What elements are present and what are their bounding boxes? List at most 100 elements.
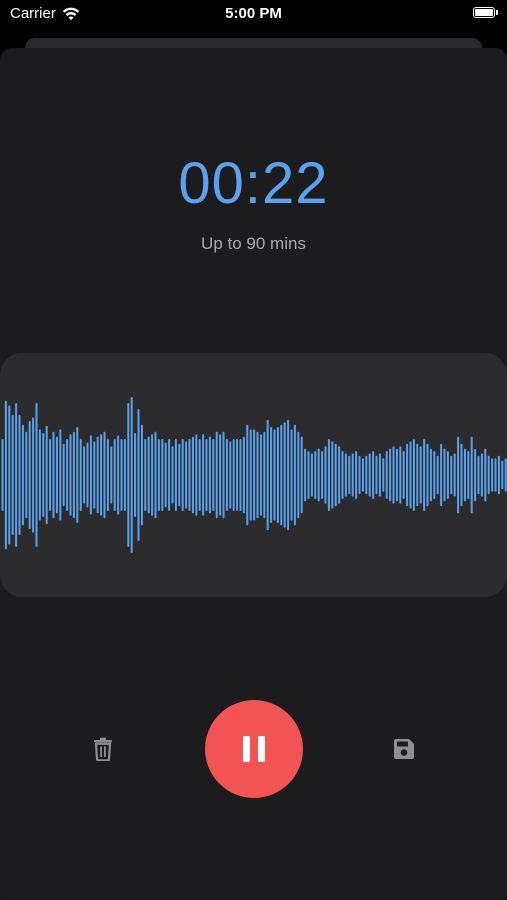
waveform-bar (419, 446, 422, 504)
waveform-bar (154, 431, 157, 519)
waveform-bar (300, 436, 303, 514)
waveform-bar (450, 455, 453, 495)
waveform-bar (66, 439, 69, 511)
recording-limit-text: Up to 90 mins (201, 234, 306, 253)
waveform-bar (253, 429, 256, 521)
waveform-bar (76, 427, 79, 523)
waveform-bar (307, 451, 310, 499)
waveform-bar (412, 439, 415, 511)
waveform-bar (246, 424, 249, 526)
waveform-bar (372, 451, 375, 499)
waveform-bar (504, 458, 507, 492)
waveform-bar (93, 441, 96, 509)
waveform-bar (161, 439, 164, 511)
waveform-bar (263, 431, 266, 519)
waveform-bar (324, 446, 327, 504)
waveform-bar (86, 442, 89, 508)
waveform-bar (304, 448, 307, 502)
waveform-bar (174, 439, 177, 511)
waveform-bar (42, 433, 45, 517)
waveform-bar (198, 439, 201, 511)
waveform-bar (202, 434, 205, 516)
waveform-bar (249, 429, 252, 521)
waveform-bar (416, 443, 419, 507)
delete-button[interactable] (90, 736, 116, 762)
waveform-bar (151, 434, 154, 516)
waveform-bar (168, 439, 171, 511)
waveform-bar (276, 427, 279, 523)
waveform-bar (341, 451, 344, 499)
waveform-bar (446, 451, 449, 499)
waveform-bar (426, 443, 429, 507)
waveform-bar (355, 451, 358, 499)
waveform-bar (266, 419, 269, 531)
recorder-screen: Carrier 5:00 PM 00:22 Up to 90 mins (0, 0, 507, 900)
waveform-bar (147, 436, 150, 514)
waveform-bar (402, 451, 405, 499)
trash-icon (94, 737, 112, 761)
waveform-bar (144, 439, 147, 511)
waveform-bar (409, 441, 412, 509)
waveform-bar (171, 446, 174, 504)
waveform-bar (321, 451, 324, 499)
waveform-bar (96, 436, 99, 514)
waveform-bar (117, 435, 120, 515)
waveform-bar (392, 446, 395, 504)
waveform-bar (395, 448, 398, 502)
waveform-bar (55, 436, 58, 514)
waveform-bar (429, 448, 432, 502)
status-time: 5:00 PM (225, 5, 282, 22)
waveform-bar (4, 400, 7, 550)
waveform-bar (35, 403, 38, 547)
waveform-bar (236, 439, 239, 511)
waveform-bar (491, 458, 494, 492)
waveform-bar (25, 431, 28, 519)
waveform-bar (406, 443, 409, 507)
waveform-bar (215, 431, 218, 519)
waveform-bar (106, 439, 109, 511)
waveform-bar (191, 436, 194, 514)
waveform-bar (327, 439, 330, 511)
waveform-bar (368, 453, 371, 497)
waveform-bar (239, 439, 242, 511)
waveform-bar (208, 436, 211, 514)
waveform-bar (45, 425, 48, 525)
waveform-bar (178, 443, 181, 507)
waveform-bar (242, 436, 245, 514)
waveform-bar (15, 403, 18, 547)
waveform-bar (89, 435, 92, 515)
waveform-bar (100, 434, 103, 516)
waveform-bar (375, 455, 378, 495)
waveform-bar (225, 439, 228, 511)
waveform-bar (470, 436, 473, 514)
pause-icon (243, 736, 265, 762)
waveform-bar (351, 453, 354, 497)
waveform-bar (164, 442, 167, 508)
waveform-bar (195, 434, 198, 516)
waveform-bar (110, 446, 113, 504)
waveform-bar (361, 458, 364, 492)
waveform-bar (378, 453, 381, 497)
waveform-bar (457, 436, 460, 514)
waveform-bar (463, 448, 466, 502)
save-button[interactable] (391, 736, 417, 762)
waveform-bar (49, 439, 52, 511)
waveform-bar (137, 409, 140, 541)
floppy-disk-icon (394, 739, 414, 759)
pause-recording-button[interactable] (205, 700, 303, 798)
waveform-bar (38, 429, 41, 521)
waveform-bar (497, 455, 500, 495)
waveform-bar (62, 443, 65, 507)
waveform-bar (123, 439, 126, 511)
waveform-bar (130, 397, 133, 553)
waveform-bar (293, 424, 296, 526)
waveform-bar (283, 422, 286, 528)
waveform-bar (440, 443, 443, 507)
waveform (1, 397, 507, 553)
waveform-bar (1, 439, 4, 511)
waveform-bar (382, 458, 385, 492)
waveform-bar (477, 455, 480, 495)
waveform-bar (290, 429, 293, 521)
waveform-bar (338, 446, 341, 504)
waveform-bar (317, 448, 320, 502)
